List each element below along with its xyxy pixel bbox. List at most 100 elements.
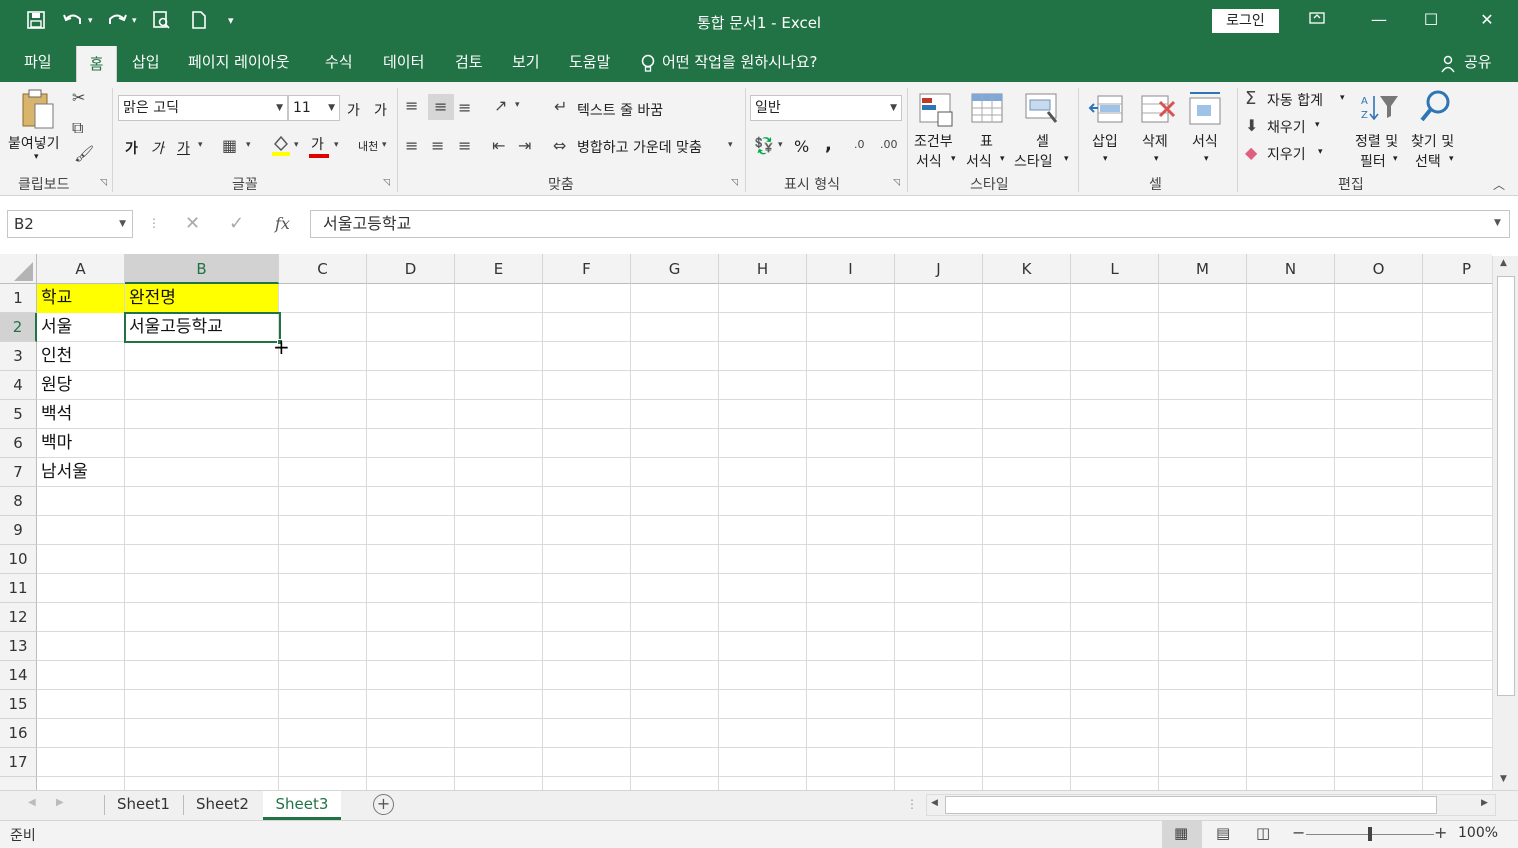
maximize-icon[interactable]: ☐ xyxy=(1416,10,1446,29)
cell-a1[interactable]: 학교 xyxy=(37,284,124,313)
borders-icon[interactable]: ▦ xyxy=(222,136,237,155)
row-header-14[interactable]: 14 xyxy=(0,661,37,690)
chevron-down-icon[interactable]: ▾ xyxy=(1340,93,1345,103)
chevron-down-icon[interactable]: ▾ xyxy=(1064,154,1069,164)
cell-b1[interactable]: 완전명 xyxy=(125,284,278,313)
name-box[interactable]: B2 ▼ xyxy=(7,210,133,238)
row-header-4[interactable]: 4 xyxy=(0,371,37,400)
eraser-icon[interactable]: ◆ xyxy=(1245,143,1257,162)
format-as-table-label-1[interactable]: 표 xyxy=(980,131,993,151)
fill-color-icon[interactable] xyxy=(270,134,292,160)
format-as-table-icon[interactable] xyxy=(970,92,1006,132)
find-select-icon[interactable] xyxy=(1418,88,1454,128)
font-name-dropdown[interactable]: 맑은 고딕 ▼ xyxy=(118,95,288,121)
minimize-icon[interactable]: — xyxy=(1364,10,1394,29)
chevron-down-icon[interactable]: ▾ xyxy=(1000,154,1005,164)
clipboard-launcher-icon[interactable]: ◹ xyxy=(100,178,107,188)
chevron-down-icon[interactable]: ▾ xyxy=(1318,147,1323,157)
scroll-tabs-left-icon[interactable]: ◀ xyxy=(28,797,36,808)
row-header-16[interactable]: 16 xyxy=(0,719,37,748)
delete-cells-button[interactable]: 삭제 xyxy=(1142,131,1168,151)
column-header-h[interactable]: H xyxy=(719,254,807,284)
tab-review[interactable]: 검토 xyxy=(453,44,485,82)
paste-icon[interactable] xyxy=(20,88,56,136)
row-header-1[interactable]: 1 xyxy=(0,284,37,313)
format-painter-icon[interactable]: 🖌 xyxy=(74,144,94,163)
insert-cells-icon[interactable] xyxy=(1088,92,1124,130)
tab-home[interactable]: 홈 xyxy=(76,46,117,82)
tab-formulas[interactable]: 수식 xyxy=(323,44,355,82)
cell-styles-icon[interactable] xyxy=(1024,92,1060,132)
row-header-3[interactable]: 3 xyxy=(0,342,37,371)
fill-down-icon[interactable]: ⬇ xyxy=(1245,116,1258,135)
bold-button[interactable]: 가 xyxy=(125,138,138,158)
format-cells-button[interactable]: 서식 xyxy=(1192,131,1218,151)
chevron-down-icon[interactable]: ▾ xyxy=(728,140,733,150)
italic-button[interactable]: 가 xyxy=(151,138,164,158)
align-center-icon[interactable]: ≡ xyxy=(431,136,444,155)
cell-a5[interactable]: 백석 xyxy=(37,400,124,429)
align-right-icon[interactable]: ≡ xyxy=(458,136,471,155)
format-cells-icon[interactable] xyxy=(1188,90,1224,130)
tab-splitter-icon[interactable]: ⋮ xyxy=(906,797,918,811)
vertical-scrollbar[interactable]: ▲ ▼ xyxy=(1492,256,1518,790)
merge-center-button[interactable]: 병합하고 가운데 맞춤 xyxy=(577,137,702,157)
scroll-up-icon[interactable]: ▲ xyxy=(1500,258,1507,268)
chevron-down-icon[interactable]: ▾ xyxy=(246,140,251,150)
align-left-icon[interactable]: ≡ xyxy=(405,136,418,155)
ribbon-display-icon[interactable] xyxy=(1302,10,1332,30)
row-header-2[interactable]: 2 xyxy=(0,313,37,342)
cut-icon[interactable]: ✂ xyxy=(72,88,85,107)
autosum-button[interactable]: 자동 합계 xyxy=(1267,90,1323,110)
paste-dropdown-icon[interactable]: ▾ xyxy=(34,152,39,162)
format-as-table-label-2[interactable]: 서식 xyxy=(966,151,992,171)
column-header-n[interactable]: N xyxy=(1247,254,1335,284)
page-layout-view-icon[interactable]: ▤ xyxy=(1216,824,1230,842)
orientation-icon[interactable]: ↗ xyxy=(494,96,507,115)
number-format-dropdown[interactable]: 일반 ▼ xyxy=(750,95,902,121)
percent-button[interactable]: % xyxy=(794,137,809,156)
comma-button[interactable]: , xyxy=(825,134,832,155)
paste-label[interactable]: 붙여넣기 xyxy=(8,133,60,153)
chevron-down-icon[interactable]: ▾ xyxy=(1315,120,1320,130)
column-header-d[interactable]: D xyxy=(367,254,455,284)
row-header-15[interactable]: 15 xyxy=(0,690,37,719)
column-header-j[interactable]: J xyxy=(895,254,983,284)
row-header-17[interactable]: 17 xyxy=(0,748,37,777)
sort-filter-label-2[interactable]: 필터 xyxy=(1360,151,1386,171)
column-header-a[interactable]: A xyxy=(37,254,125,284)
row-header-10[interactable]: 10 xyxy=(0,545,37,574)
zoom-slider-thumb[interactable] xyxy=(1368,827,1372,841)
conditional-format-icon[interactable] xyxy=(918,92,954,132)
select-all-button[interactable] xyxy=(0,254,37,284)
sheet-tab-sheet2[interactable]: Sheet2 xyxy=(186,791,259,820)
wrap-text-button[interactable]: 텍스트 줄 바꿈 xyxy=(577,100,663,120)
column-header-b[interactable]: B xyxy=(125,254,279,284)
clear-button[interactable]: 지우기 xyxy=(1267,144,1306,164)
formula-input[interactable]: 서울고등학교 xyxy=(310,210,1510,238)
conditional-format-label-2[interactable]: 서식 xyxy=(916,151,942,171)
increase-indent-icon[interactable]: ⇥ xyxy=(518,136,531,155)
tab-help[interactable]: 도움말 xyxy=(567,44,612,82)
row-header-6[interactable]: 6 xyxy=(0,429,37,458)
number-launcher-icon[interactable]: ◹ xyxy=(893,178,900,188)
cell-styles-label-2[interactable]: 스타일 xyxy=(1014,151,1053,171)
row-header-12[interactable]: 12 xyxy=(0,603,37,632)
zoom-out-icon[interactable]: − xyxy=(1292,823,1305,842)
row-header-5[interactable]: 5 xyxy=(0,400,37,429)
scroll-left-icon[interactable]: ◀ xyxy=(931,798,938,808)
font-color-button[interactable]: 가 xyxy=(311,134,324,154)
decrease-decimal-icon[interactable]: .00 xyxy=(880,138,898,151)
find-select-label-1[interactable]: 찾기 및 xyxy=(1411,131,1454,151)
font-launcher-icon[interactable]: ◹ xyxy=(383,178,390,188)
tab-file[interactable]: 파일 xyxy=(22,44,54,82)
align-top-icon[interactable]: ≡ xyxy=(405,96,418,115)
column-header-c[interactable]: C xyxy=(279,254,367,284)
horizontal-scroll-thumb[interactable] xyxy=(945,796,1437,814)
scroll-tabs-right-icon[interactable]: ▶ xyxy=(56,797,64,808)
autosum-icon[interactable]: Σ xyxy=(1245,88,1256,109)
column-header-g[interactable]: G xyxy=(631,254,719,284)
expand-formula-bar-icon[interactable]: ▼ xyxy=(1494,218,1501,228)
cell-a2[interactable]: 서울 xyxy=(37,313,124,342)
add-sheet-icon[interactable]: + xyxy=(373,794,394,815)
